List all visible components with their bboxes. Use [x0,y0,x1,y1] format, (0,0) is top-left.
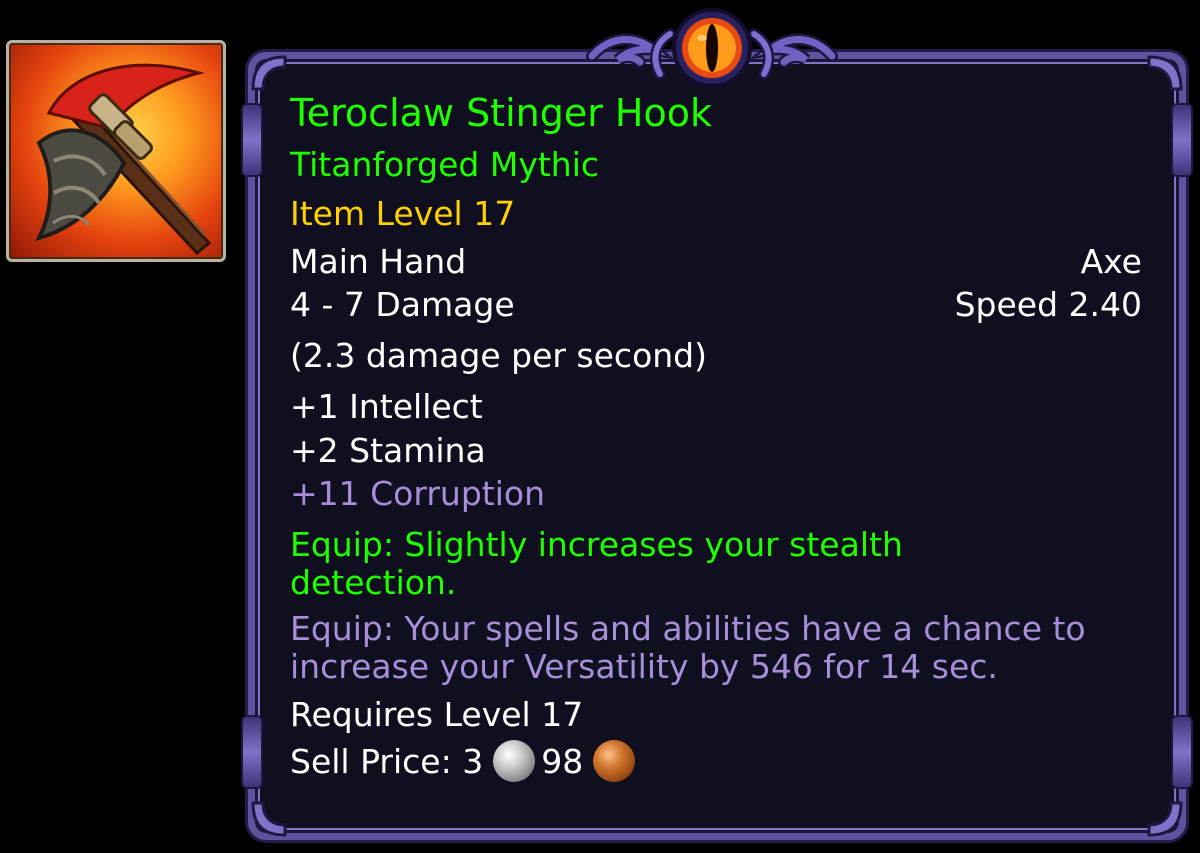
sell-price: Sell Price: 3 98 [290,739,1142,785]
silver-coin-icon [493,739,536,782]
tooltip-content: Teroclaw Stinger Hook Titanforged Mythic… [290,86,1142,785]
slot-row: Main Hand Axe [290,241,1142,282]
frame-side-ornament [241,715,263,789]
item-quality: Titanforged Mythic [290,145,600,184]
frame-side-ornament [1171,103,1193,177]
item-slot: Main Hand [290,241,467,281]
frame-corner-ornament [251,55,287,91]
damage-row: 4 - 7 Damage Speed 2.40 [290,284,1142,325]
level-requirement: Requires Level 17 [290,695,584,734]
weapon-dps: (2.3 damage per second) [290,336,707,375]
weapon-damage: 4 - 7 Damage [290,284,515,324]
item-name: Teroclaw Stinger Hook [290,91,713,135]
frame-corner-ornament [251,801,287,837]
weapon-speed: Speed 2.40 [954,284,1142,324]
silver-amount: 3 [462,742,484,782]
frame-corner-ornament [1147,55,1183,91]
frame-corner-ornament [1147,801,1183,837]
sell-price-label: Sell Price: [290,742,452,782]
frame-side-ornament [241,103,263,177]
stat-line: +1 Intellect [290,387,483,427]
weapon-type: Axe [1080,241,1142,281]
equip-effect: Equip: Slightly increases your stealth d… [290,525,903,602]
equip-effect-corruption: Equip: Your spells and abilities have a … [290,609,1086,686]
item-level: Item Level 17 [290,194,516,234]
corruption-stat: +11 Corruption [290,473,545,513]
stat-line: +2 Stamina [290,430,486,470]
copper-amount: 98 [541,742,584,782]
copper-coin-icon [593,739,636,782]
corruption-eye-icon [586,8,838,88]
frame-side-ornament [1171,715,1193,789]
battle-axe-icon [6,40,226,262]
